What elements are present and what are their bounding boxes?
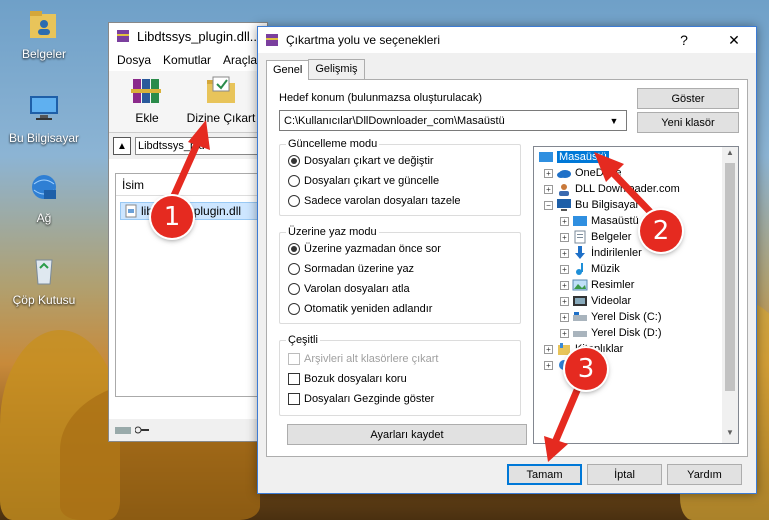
arrow-3 bbox=[544, 384, 582, 462]
step-badge-2: 2 bbox=[640, 210, 682, 252]
tab-genel[interactable]: Genel bbox=[266, 60, 310, 80]
arrow-2 bbox=[594, 152, 662, 224]
step-badge-1: 1 bbox=[151, 196, 193, 238]
tutorial-arrows bbox=[168, 120, 662, 462]
arrow-1 bbox=[168, 120, 210, 204]
step-badge-3: 3 bbox=[565, 348, 607, 390]
